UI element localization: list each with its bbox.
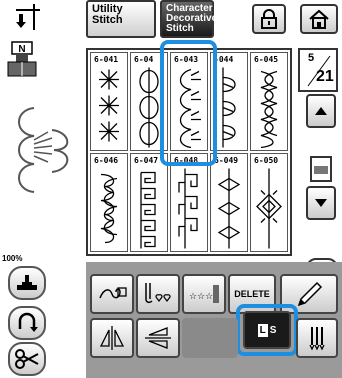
scrollbar-thumb[interactable]: [314, 166, 328, 174]
page-down-button[interactable]: [306, 186, 336, 220]
stitch-code: 6-049: [214, 156, 239, 165]
stitch-pattern-icon: [256, 168, 282, 249]
tab-character-decorative-stitch[interactable]: Character Decorative Stitch: [160, 0, 218, 38]
selected-stitch-highlight: [160, 40, 217, 166]
empty-slot: [182, 318, 238, 358]
stitch-code: 6-046: [94, 156, 119, 165]
mirror-vertical-button[interactable]: [136, 318, 180, 358]
svg-text:☆☆☆: ☆☆☆: [189, 292, 213, 302]
tab-label: Character Decorative Stitch: [166, 3, 218, 34]
presser-foot-button[interactable]: [8, 266, 46, 300]
page-scrollbar[interactable]: [310, 156, 332, 182]
stitch-cell[interactable]: 6-047: [130, 153, 168, 252]
stitch-code: 6-045: [254, 55, 279, 64]
stitch-code: 6-04: [134, 55, 154, 64]
stars-length-icon: ☆☆☆: [189, 285, 219, 303]
stitch-cell[interactable]: 6-046: [90, 153, 128, 252]
thread-icon: [99, 287, 127, 299]
stitch-pattern-icon: [100, 173, 118, 244]
presser-foot-icon: [17, 275, 37, 290]
reverse-arrow-icon: [18, 312, 38, 332]
selected-button-highlight: [236, 304, 298, 356]
svg-text:N: N: [18, 44, 25, 55]
stitch-pattern-icon: [260, 70, 278, 148]
scissors-icon: [15, 349, 39, 369]
thread-cutter-button[interactable]: [8, 342, 46, 376]
stitch-cell[interactable]: 6-048: [170, 153, 208, 252]
stitch-pattern-icon: [99, 69, 119, 142]
stitch-cell[interactable]: 6-049: [210, 153, 248, 252]
stitch-pattern-icon: [217, 168, 241, 249]
mirror-vertical-icon: [145, 327, 171, 349]
stitch-pattern-icon: [140, 171, 156, 249]
pencil-icon: [297, 281, 323, 307]
stitch-code: 6-041: [94, 55, 119, 64]
stitch-preview: [18, 107, 69, 193]
stitch-pattern-icon: [178, 168, 198, 249]
sewing-machine-screen: N 100% Utility Stitch Character Decorati…: [0, 0, 342, 378]
twin-needle-button[interactable]: [296, 318, 338, 358]
stitch-hearts-icon: [145, 283, 171, 304]
reverse-stitch-button[interactable]: [8, 306, 46, 340]
needle-position-icon: [16, 4, 40, 30]
twin-needle-icon: [309, 327, 325, 351]
page-indicator: 5 21: [298, 48, 338, 92]
stitch-code: 6-047: [134, 156, 159, 165]
lock-button[interactable]: [252, 4, 286, 34]
page-total: 21: [316, 68, 334, 85]
tab-label: Utility Stitch: [92, 3, 123, 26]
arrow-up-icon: [315, 107, 327, 115]
stitch-code: 6-050: [254, 156, 279, 165]
stitch-cell[interactable]: 6-041: [90, 52, 128, 151]
stitch-cell[interactable]: 6-045: [250, 52, 288, 151]
left-column: N 100%: [0, 0, 83, 378]
zoom-level: 100%: [2, 254, 23, 263]
mirror-image-button[interactable]: [90, 318, 134, 358]
pattern-spacing-button[interactable]: [136, 274, 180, 314]
tab-utility-stitch[interactable]: Utility Stitch: [86, 0, 156, 38]
elongation-button[interactable]: ☆☆☆: [182, 274, 226, 314]
home-button[interactable]: [300, 4, 338, 34]
home-icon: [309, 9, 329, 29]
presser-foot-n-icon: N: [7, 41, 37, 77]
stitch-cell[interactable]: 6-050: [250, 153, 288, 252]
arrow-down-icon: [315, 199, 327, 207]
mirror-horizontal-icon: [99, 326, 125, 350]
thread-tension-button[interactable]: [90, 274, 134, 314]
delete-label: DELETE: [234, 289, 270, 299]
lock-icon: [261, 9, 277, 29]
page-up-button[interactable]: [306, 94, 336, 128]
